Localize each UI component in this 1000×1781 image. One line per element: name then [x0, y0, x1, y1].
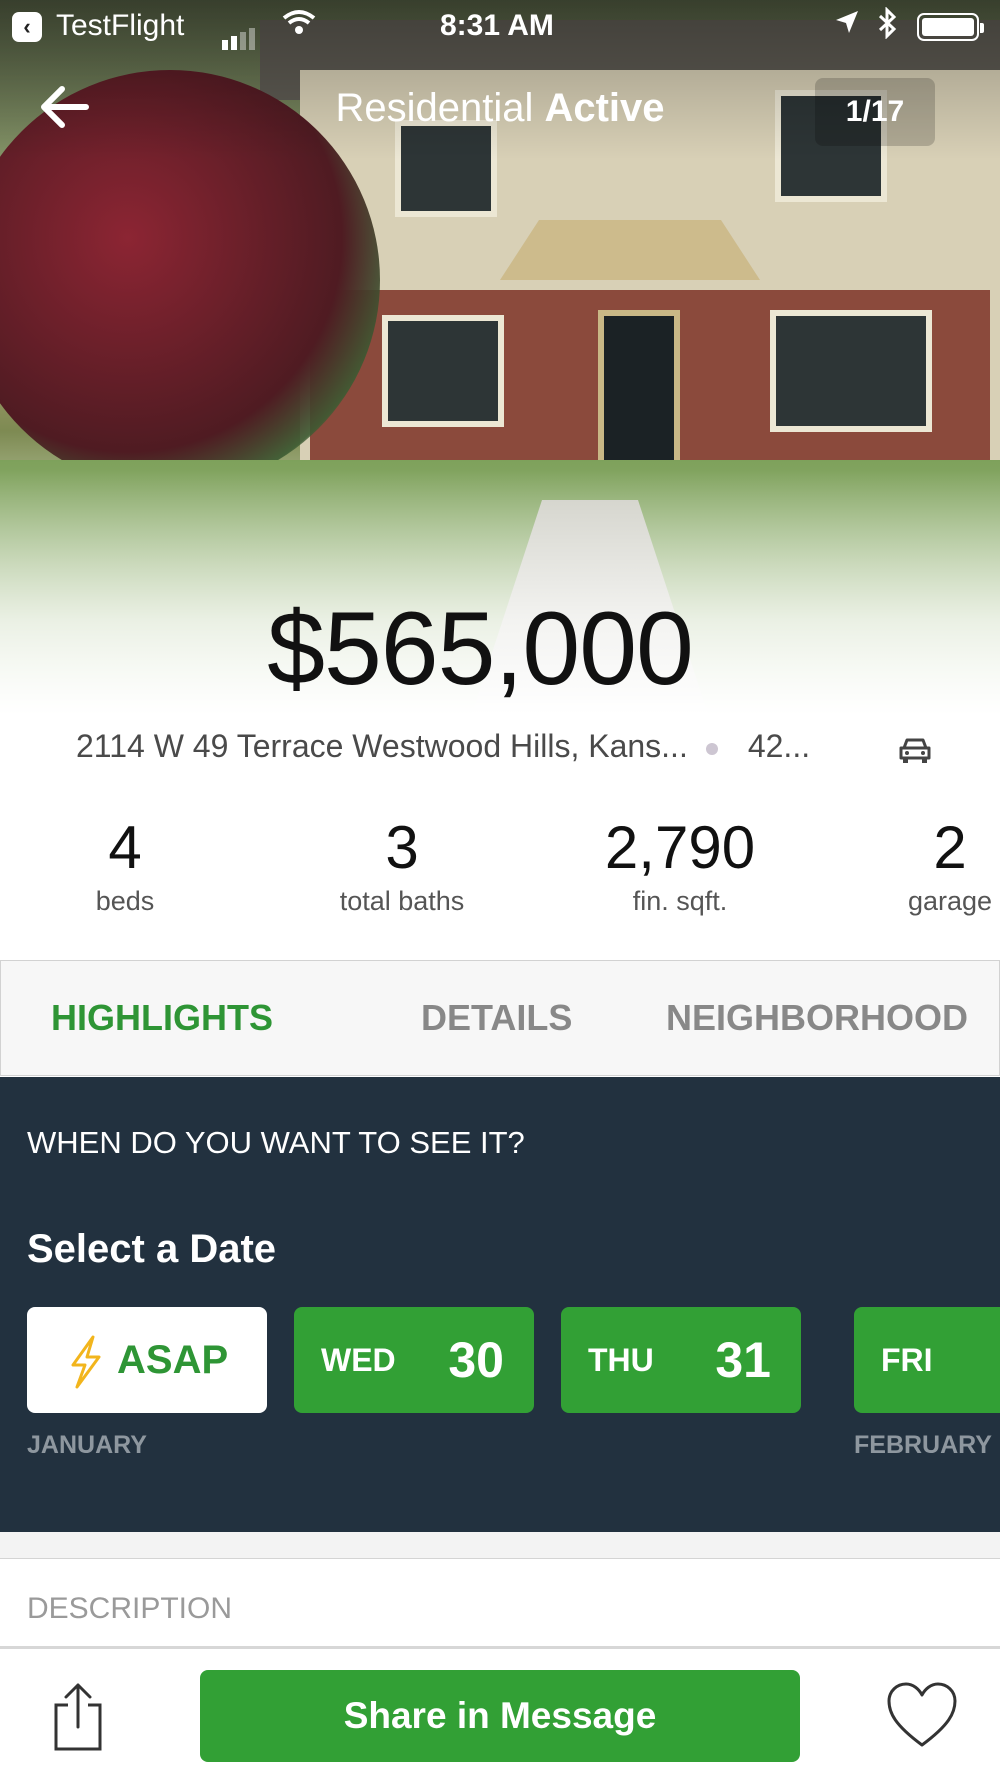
bluetooth-icon	[877, 6, 899, 47]
date-day: 31	[715, 1332, 771, 1388]
stat-label: beds	[95, 886, 155, 916]
address-row[interactable]: 2114 W 49 Terrace Westwood Hills, Kans..…	[76, 728, 810, 765]
tab-details[interactable]: DETAILS	[421, 961, 572, 1075]
back-to-app-icon[interactable]: ‹	[12, 12, 42, 42]
back-to-app-label[interactable]: TestFlight	[56, 9, 184, 43]
share-icon[interactable]	[50, 1681, 106, 1753]
date-dow: THU	[588, 1342, 654, 1378]
photo-counter[interactable]: 1/17	[815, 78, 935, 146]
stat-baths: 3 total baths	[302, 810, 502, 917]
stat-garage: 2 garage	[890, 810, 1000, 917]
heart-icon[interactable]	[885, 1681, 959, 1751]
cellular-signal-icon	[222, 16, 258, 50]
location-arrow-icon	[834, 9, 860, 42]
listing-address: 2114 W 49 Terrace Westwood Hills, Kans..…	[76, 728, 688, 764]
property-stats: 4 beds 3 total baths 2,790 fin. sqft. 2 …	[0, 810, 1000, 930]
stat-value: 3	[385, 814, 419, 881]
stat-label: garage	[907, 886, 993, 916]
date-chip-asap[interactable]: ASAP	[27, 1307, 267, 1413]
stat-value: 2,790	[604, 814, 756, 881]
commute-time: 42...	[747, 728, 811, 764]
asap-label: ASAP	[117, 1338, 229, 1382]
date-chip-thu[interactable]: THU 31	[561, 1307, 801, 1413]
description-heading: DESCRIPTION	[27, 1592, 233, 1625]
listing-price: $565,000	[267, 591, 694, 707]
month-label-february: FEBRUARY	[854, 1431, 992, 1459]
share-in-message-button[interactable]: Share in Message	[200, 1670, 800, 1762]
date-day: 30	[448, 1332, 504, 1388]
lightning-bolt-icon	[71, 1335, 101, 1389]
listing-status: Active	[544, 86, 665, 130]
status-time: 8:31 AM	[440, 9, 554, 42]
date-dow: FRI	[881, 1342, 933, 1378]
stat-label: fin. sqft.	[632, 886, 728, 916]
battery-icon	[917, 13, 984, 41]
scheduler-question: WHEN DO YOU WANT TO SEE IT?	[27, 1125, 525, 1160]
date-chip-fri[interactable]: FRI	[854, 1307, 1000, 1413]
select-date-heading: Select a Date	[27, 1227, 277, 1271]
stat-label: total baths	[339, 886, 465, 916]
wifi-icon	[282, 8, 316, 44]
tour-scheduler: WHEN DO YOU WANT TO SEE IT? Select a Dat…	[0, 1077, 1000, 1532]
section-divider	[0, 1532, 1000, 1559]
stat-value: 4	[108, 814, 142, 881]
stat-value: 2	[933, 814, 967, 881]
date-dow: WED	[321, 1342, 396, 1378]
listing-type: Residential	[335, 86, 534, 130]
tab-neighborhood[interactable]: NEIGHBORHOOD	[666, 961, 968, 1075]
bottom-action-bar: Share in Message	[0, 1646, 1000, 1781]
car-icon	[898, 736, 932, 764]
stat-beds: 4 beds	[50, 810, 200, 917]
date-chip-wed[interactable]: WED 30	[294, 1307, 534, 1413]
section-tabs: HIGHLIGHTS DETAILS NEIGHBORHOOD	[0, 960, 1000, 1076]
stat-sqft: 2,790 fin. sqft.	[580, 810, 780, 917]
month-label-january: JANUARY	[27, 1431, 147, 1459]
status-bar: ‹ TestFlight 8:31 AM	[0, 0, 1000, 56]
tab-highlights[interactable]: HIGHLIGHTS	[51, 961, 273, 1075]
separator-dot	[705, 742, 718, 755]
